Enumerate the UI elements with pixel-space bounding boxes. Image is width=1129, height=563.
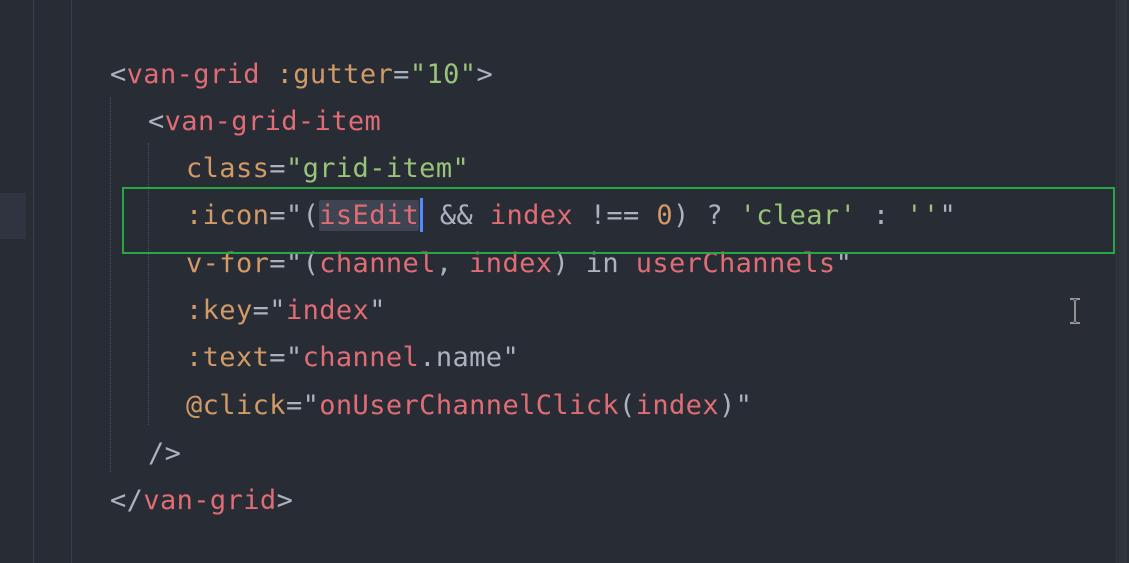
- code-token: =: [269, 153, 286, 184]
- code-token: van-grid: [126, 59, 260, 90]
- code-token: :: [856, 200, 907, 231]
- code-line-v-for-attr[interactable]: v-for="(channel, index) in userChannels": [186, 244, 852, 284]
- code-token: :text: [186, 342, 270, 373]
- code-line-class-attr[interactable]: class="grid-item": [186, 149, 469, 189]
- code-line-close-van-grid[interactable]: </van-grid>: [110, 481, 293, 521]
- code-token: index: [285, 295, 370, 326]
- code-token: 'clear': [739, 200, 857, 231]
- code-token: ="(: [269, 248, 320, 279]
- code-token: />: [148, 438, 182, 469]
- code-token: van-grid-item: [164, 106, 382, 137]
- code-token: "10": [409, 59, 477, 90]
- code-token: !==: [573, 200, 657, 231]
- code-token: index: [489, 200, 574, 231]
- code-token: =": [285, 390, 320, 421]
- code-token: =": [252, 295, 286, 326]
- indent-guide: [148, 143, 149, 425]
- code-token: <: [148, 106, 165, 137]
- code-token: ": [835, 248, 853, 279]
- code-token: channel: [319, 248, 436, 279]
- code-token: userChannels: [635, 248, 836, 279]
- code-token: index: [635, 390, 719, 421]
- code-token: >: [476, 59, 494, 90]
- code-token: <: [110, 59, 127, 90]
- code-token: :key: [186, 295, 253, 326]
- code-token: &&: [423, 200, 490, 231]
- code-token: channel: [302, 342, 420, 373]
- code-token: =: [393, 59, 410, 90]
- code-line-click-attr[interactable]: @click="onUserChannelClick(index)": [186, 386, 752, 426]
- code-token: ": [502, 342, 520, 373]
- code-token: "grid-item": [285, 153, 470, 184]
- code-token: >: [276, 485, 294, 516]
- code-token: ": [939, 200, 957, 231]
- code-token: (: [619, 390, 636, 421]
- code-token: ="(: [269, 200, 320, 231]
- code-token: van-grid: [143, 485, 277, 516]
- code-token: onUserChannelClick: [319, 390, 620, 421]
- gutter-divider: [33, 0, 34, 563]
- code-token: ) ?: [673, 200, 740, 231]
- code-token: ,: [435, 248, 470, 279]
- code-line-open-van-grid[interactable]: <van-grid :gutter="10">: [110, 55, 493, 95]
- indent-guide: [110, 97, 111, 472]
- code-editor[interactable]: <van-grid :gutter="10"> <van-grid-item c…: [0, 0, 1129, 563]
- code-line-open-van-grid-item[interactable]: <van-grid-item: [148, 102, 381, 142]
- vertical-scrollbar[interactable]: [1116, 0, 1129, 563]
- code-line-self-close[interactable]: />: [148, 434, 181, 474]
- code-line-icon-attr[interactable]: :icon="(isEdit && index !== 0) ? 'clear'…: [186, 196, 956, 236]
- code-token: ): [718, 390, 736, 421]
- code-line-text-attr[interactable]: :text="channel.name": [186, 338, 519, 378]
- code-token: </: [110, 485, 144, 516]
- current-line-gutter-marker: [0, 193, 26, 239]
- text-cursor-ibeam-icon: [1070, 298, 1080, 324]
- code-token: in: [585, 248, 620, 279]
- selected-identifier: isEdit: [319, 200, 420, 231]
- fold-gutter-divider: [71, 0, 72, 563]
- code-token: :icon: [186, 200, 270, 231]
- code-token: ): [552, 248, 586, 279]
- scrollbar-thumb[interactable]: [1119, 0, 1127, 563]
- code-token: =": [269, 342, 303, 373]
- code-token: ": [369, 295, 386, 326]
- code-line-key-attr[interactable]: :key="index": [186, 291, 386, 331]
- code-token: 0: [656, 200, 674, 231]
- code-token: class: [186, 153, 270, 184]
- code-token: ": [735, 390, 753, 421]
- code-token: name: [435, 342, 503, 373]
- code-token: .: [419, 342, 436, 373]
- code-token: @click: [186, 390, 286, 421]
- code-token: index: [469, 248, 553, 279]
- code-token: :gutter: [276, 59, 394, 90]
- code-token: v-for: [186, 248, 270, 279]
- code-token: '': [906, 200, 940, 231]
